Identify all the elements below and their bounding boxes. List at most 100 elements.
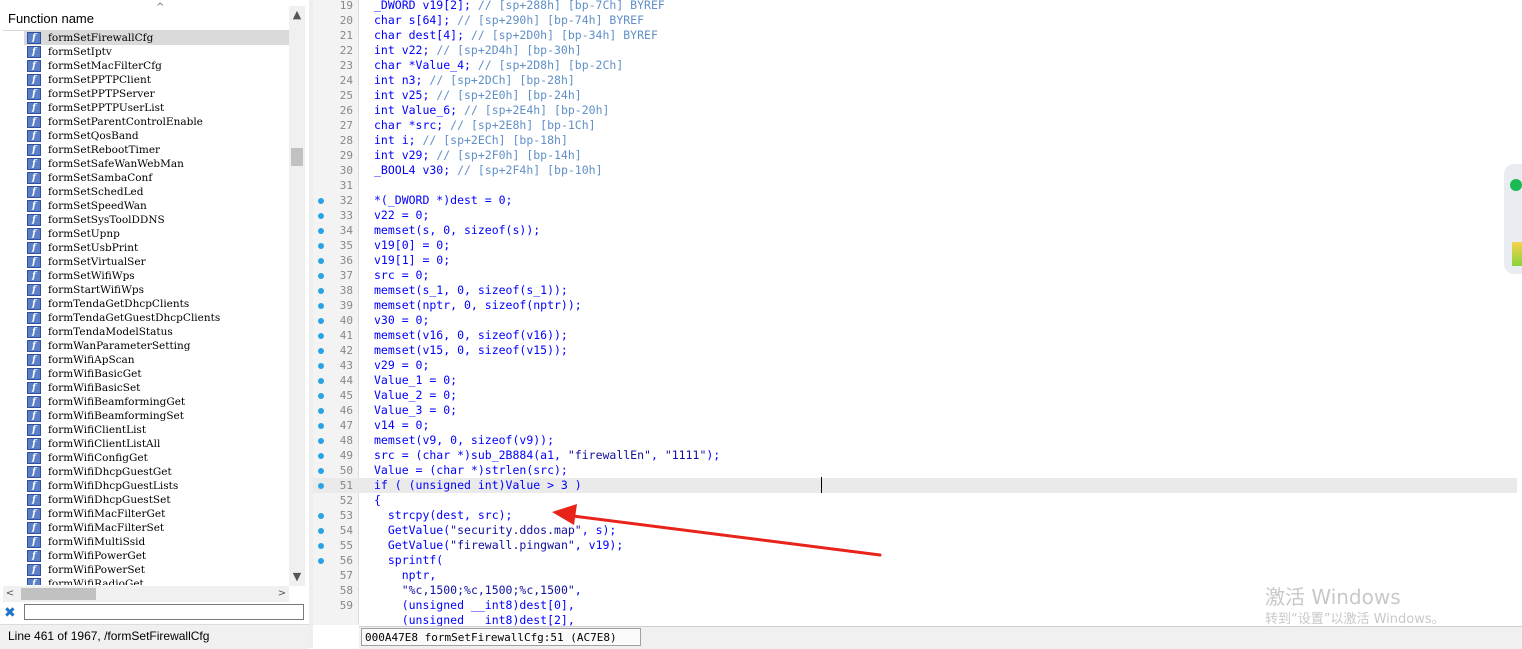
code-line[interactable]: 49 src = (char *)sub_2B884(a1, "firewallE… [313,448,1517,463]
function-list-item[interactable]: f formSetRebootTimer [24,143,290,157]
function-name-column-header[interactable]: Function name ^ [3,2,289,31]
function-icon: f [27,284,41,296]
function-list-item[interactable]: f formStartWifiWps [24,283,290,297]
function-list-item[interactable]: f formSetPPTPServer [24,87,290,101]
function-icon: f [27,480,41,492]
code-text: GetValue("security.ddos.map", s); [374,523,617,537]
code-line[interactable]: 40 v30 = 0; [313,313,1517,328]
code-line[interactable]: 32 *(_DWORD *)dest = 0; [313,193,1517,208]
code-line[interactable]: 26 int Value_6; // [sp+2E4h] [bp-20h] [313,103,1517,118]
code-line[interactable]: 51 if ( (unsigned int)Value > 3 ) [313,477,1517,493]
function-list-item[interactable]: f formWifiBasicSet [24,381,290,395]
code-line[interactable]: 36 v19[1] = 0; [313,253,1517,268]
function-list-vertical-scrollbar[interactable]: ▲ ▼ [289,6,305,586]
function-list-item[interactable]: f formTendaModelStatus [24,325,290,339]
code-line[interactable]: 44 Value_1 = 0; [313,373,1517,388]
scrollbar-thumb[interactable] [21,588,96,600]
code-line[interactable]: 35 v19[0] = 0; [313,238,1517,253]
function-icon: f [27,354,41,366]
scroll-left-arrow-icon[interactable]: < [3,586,17,602]
function-list-item[interactable]: f formSetParentControlEnable [24,115,290,129]
function-list-item[interactable]: f formWifiRadioGet [24,577,290,585]
function-list-item[interactable]: f formWifiMultiSsid [24,535,290,549]
function-list-item[interactable]: f formTendaGetGuestDhcpClients [24,311,290,325]
function-list-item[interactable]: f formSetSafeWanWebMan [24,157,290,171]
function-list-item[interactable]: f formWifiBeamformingSet [24,409,290,423]
code-line[interactable]: 24 int n3; // [sp+2DCh] [bp-28h] [313,73,1517,88]
code-line[interactable]: 23 char *Value_4; // [sp+2D8h] [bp-2Ch] [313,58,1517,73]
function-icon: f [27,494,41,506]
code-line[interactable]: 47 v14 = 0; [313,418,1517,433]
function-list-item[interactable]: f formWifiClientListAll [24,437,290,451]
code-line[interactable]: 46 Value_3 = 0; [313,403,1517,418]
function-list-item[interactable]: f formSetIptv [24,45,290,59]
code-line[interactable]: 43 v29 = 0; [313,358,1517,373]
function-list-item[interactable]: f formSetUpnp [24,227,290,241]
code-line[interactable]: 45 Value_2 = 0; [313,388,1517,403]
function-list-item[interactable]: f formSetMacFilterCfg [24,59,290,73]
code-line[interactable]: 53 strcpy(dest, src); [313,508,1517,523]
function-list-item[interactable]: f formSetFirewallCfg [24,31,290,45]
floating-side-widget[interactable] [1504,164,1522,274]
function-list-item[interactable]: f formWifiDhcpGuestGet [24,465,290,479]
function-list-item[interactable]: f formSetQosBand [24,129,290,143]
scrollbar-thumb[interactable] [291,148,303,166]
code-line[interactable]: 20 char s[64]; // [sp+290h] [bp-74h] BYRE… [313,13,1517,28]
code-line[interactable]: 50 Value = (char *)strlen(src); [313,463,1517,478]
function-list-item[interactable]: f formSetUsbPrint [24,241,290,255]
code-text: char dest[4]; // [sp+2D0h] [bp-34h] BYRE… [374,28,658,42]
code-line[interactable]: 56 sprintf( [313,553,1517,568]
code-line[interactable]: 27 char *src; // [sp+2E8h] [bp-1Ch] [313,118,1517,133]
code-line[interactable]: 21 char dest[4]; // [sp+2D0h] [bp-34h] BY… [313,28,1517,43]
function-list-item[interactable]: f formSetWifiWps [24,269,290,283]
function-list-item[interactable]: f formWifiClientList [24,423,290,437]
scroll-up-arrow-icon[interactable]: ▲ [289,6,305,24]
function-list-item[interactable]: f formWifiPowerGet [24,549,290,563]
function-list-item[interactable]: f formSetSambaConf [24,171,290,185]
code-line[interactable]: 19 _DWORD v19[2]; // [sp+288h] [bp-7Ch] B… [313,0,1517,13]
function-filter-input[interactable] [24,604,304,620]
code-line[interactable]: 22 int v22; // [sp+2D4h] [bp-30h] [313,43,1517,58]
close-x-icon[interactable]: ✖ [4,605,16,621]
function-list-item[interactable]: f formWifiBeamformingGet [24,395,290,409]
function-icon: f [27,298,41,310]
function-list-item[interactable]: f formSetSysToolDDNS [24,213,290,227]
code-line[interactable]: 37 src = 0; [313,268,1517,283]
code-line[interactable]: 33 v22 = 0; [313,208,1517,223]
function-name-label: formWifiBasicGet [48,368,142,380]
code-line[interactable]: 42 memset(v15, 0, sizeof(v15)); [313,343,1517,358]
function-list-item[interactable]: f formSetSchedLed [24,185,290,199]
function-list-item[interactable]: f formSetSpeedWan [24,199,290,213]
function-list-item[interactable]: f formWifiApScan [24,353,290,367]
code-line[interactable]: 29 int v29; // [sp+2F0h] [bp-14h] [313,148,1517,163]
code-line[interactable]: 34 memset(s, 0, sizeof(s)); [313,223,1517,238]
code-line[interactable]: 54 GetValue("security.ddos.map", s); [313,523,1517,538]
function-list-item[interactable]: f formSetPPTPUserList [24,101,290,115]
scroll-right-arrow-icon[interactable]: > [275,586,289,602]
line-number: 21 [339,29,353,42]
code-line[interactable]: 30 _BOOL4 v30; // [sp+2F4h] [bp-10h] [313,163,1517,178]
function-list-item[interactable]: f formWifiDhcpGuestSet [24,493,290,507]
scroll-down-arrow-icon[interactable]: ▼ [289,568,305,586]
code-line[interactable]: 48 memset(v9, 0, sizeof(v9)); [313,433,1517,448]
pseudocode-view[interactable]: 19 _DWORD v19[2]; // [sp+288h] [bp-7Ch] B… [313,0,1522,649]
function-list-item[interactable]: f formTendaGetDhcpClients [24,297,290,311]
function-list-horizontal-scrollbar[interactable]: < > [3,586,289,602]
function-list-item[interactable]: f formWifiPowerSet [24,563,290,577]
code-line[interactable]: 25 int v25; // [sp+2E0h] [bp-24h] [313,88,1517,103]
function-list-item[interactable]: f formWifiBasicGet [24,367,290,381]
function-list-item[interactable]: f formWanParameterSetting [24,339,290,353]
code-line[interactable]: 38 memset(s_1, 0, sizeof(s_1)); [313,283,1517,298]
code-line[interactable]: 39 memset(nptr, 0, sizeof(nptr)); [313,298,1517,313]
function-list-item[interactable]: f formWifiDhcpGuestLists [24,479,290,493]
function-list-item[interactable]: f formSetVirtualSer [24,255,290,269]
code-line[interactable]: 28 int i; // [sp+2ECh] [bp-18h] [313,133,1517,148]
function-list-item[interactable]: f formWifiMacFilterGet [24,507,290,521]
function-list-item[interactable]: f formSetPPTPClient [24,73,290,87]
code-line[interactable]: 41 memset(v16, 0, sizeof(v16)); [313,328,1517,343]
code-line[interactable]: 52 { [313,493,1517,508]
code-line[interactable]: 55 GetValue("firewall.pingwan", v19); [313,538,1517,553]
code-line[interactable]: 31 [313,178,1517,193]
function-list-item[interactable]: f formWifiMacFilterSet [24,521,290,535]
function-list-item[interactable]: f formWifiConfigGet [24,451,290,465]
